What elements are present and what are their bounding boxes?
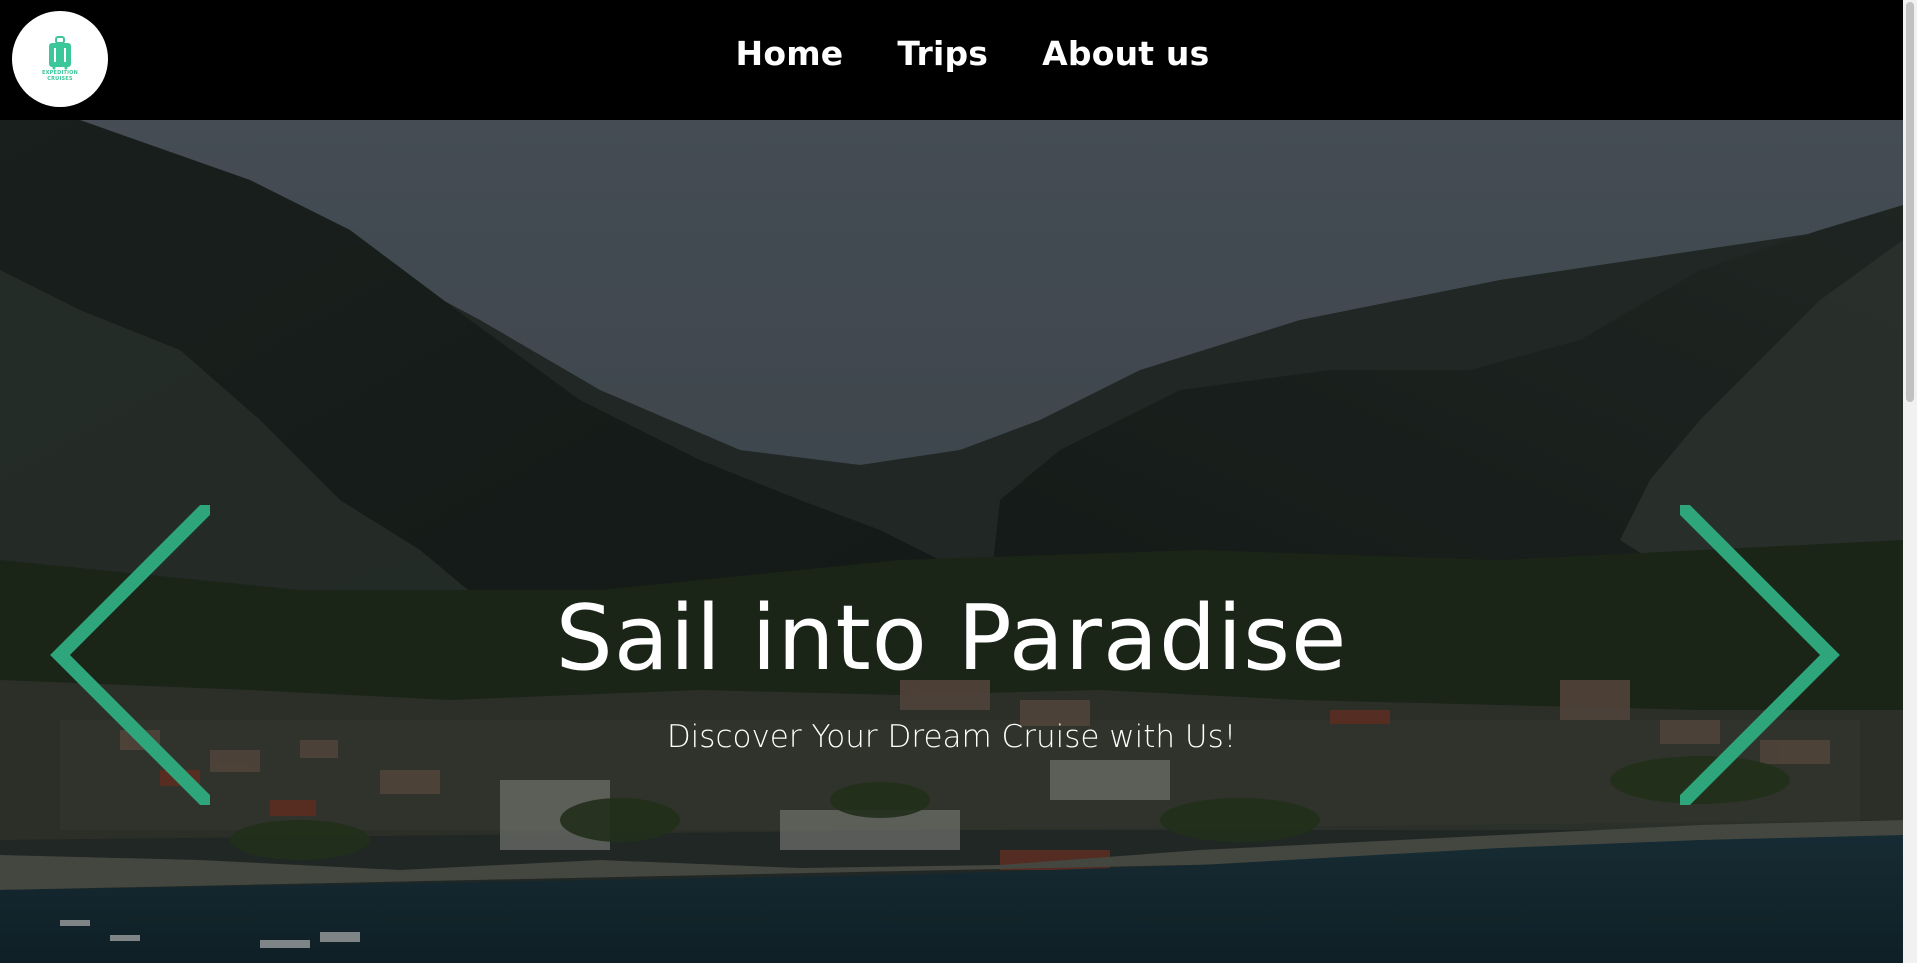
page-scrollbar[interactable] — [1903, 0, 1917, 963]
site-header: EXPEDITION CRUISES Home Trips About us — [0, 0, 1903, 120]
page: EXPEDITION CRUISES Home Trips About us S… — [0, 0, 1903, 963]
carousel-next-button[interactable] — [1675, 500, 1840, 810]
nav-trips-link[interactable]: Trips — [897, 34, 988, 73]
hero-title: Sail into Paradise — [555, 586, 1348, 691]
main-nav: Home Trips About us — [0, 34, 1903, 73]
hero-subtitle: Discover Your Dream Cruise with Us! — [666, 719, 1237, 755]
chevron-left-icon — [50, 500, 215, 810]
nav-about-link[interactable]: About us — [1042, 34, 1209, 73]
logo-text-line2: CRUISES — [47, 76, 73, 82]
nav-home-link[interactable]: Home — [736, 34, 844, 73]
chevron-right-icon — [1675, 500, 1840, 810]
scrollbar-thumb[interactable] — [1906, 2, 1914, 402]
hero-carousel: Sail into Paradise Discover Your Dream C… — [0, 120, 1903, 963]
carousel-prev-button[interactable] — [50, 500, 215, 810]
hero-overlay — [0, 120, 1903, 963]
